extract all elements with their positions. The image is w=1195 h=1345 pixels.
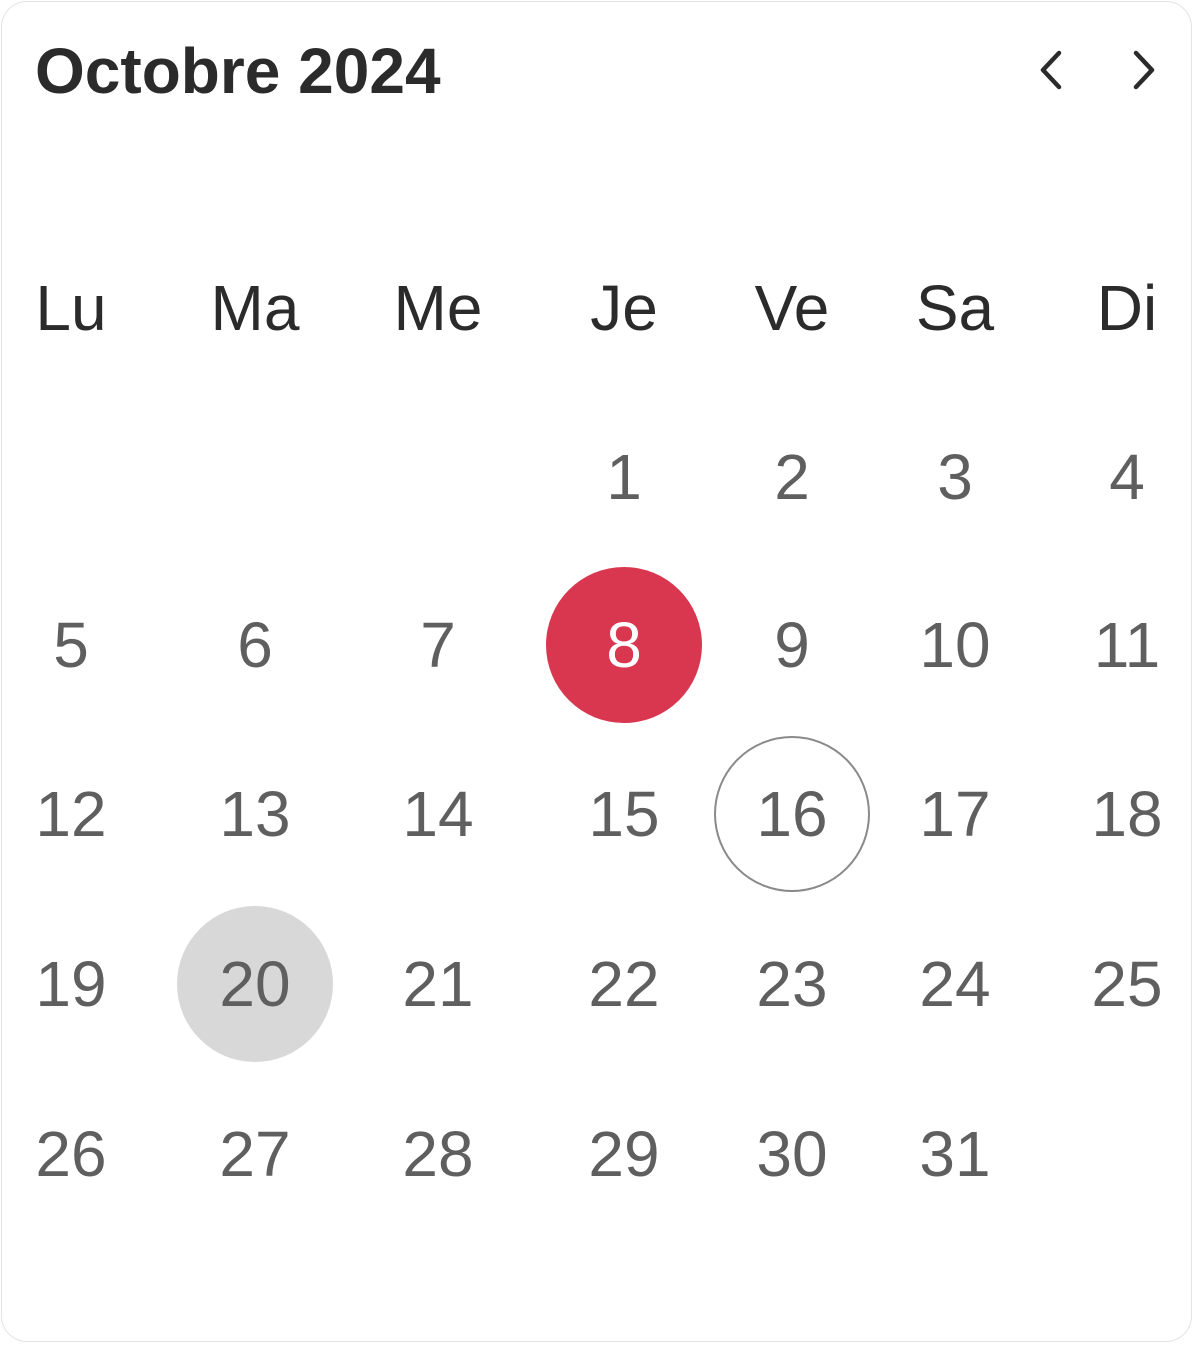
day-cell-8[interactable]: 8	[546, 567, 702, 723]
day-number: 6	[237, 609, 273, 681]
day-cell-19[interactable]: 19	[0, 906, 149, 1062]
prev-month-button[interactable]	[1028, 46, 1076, 94]
day-cell-24[interactable]: 24	[877, 906, 1033, 1062]
day-cell-25[interactable]: 25	[1049, 906, 1195, 1062]
day-cell-16[interactable]: 16	[714, 736, 870, 892]
day-cell-30[interactable]: 30	[714, 1076, 870, 1232]
month-title: Octobre 2024	[35, 35, 441, 107]
day-number: 27	[219, 1118, 291, 1190]
day-number: 19	[35, 948, 107, 1020]
chevron-right-icon	[1133, 50, 1155, 90]
day-cell-10[interactable]: 10	[877, 567, 1033, 723]
day-number: 23	[756, 948, 828, 1020]
day-cell-22[interactable]: 22	[546, 906, 702, 1062]
day-cell-11[interactable]: 11	[1049, 567, 1195, 723]
day-cell-13[interactable]: 13	[177, 736, 333, 892]
day-number: 13	[219, 778, 291, 850]
day-number: 26	[35, 1118, 107, 1190]
day-number: 2	[774, 441, 810, 513]
day-number: 28	[402, 1118, 474, 1190]
day-cell-14[interactable]: 14	[360, 736, 516, 892]
day-cell-2[interactable]: 2	[714, 399, 870, 555]
day-cell-4[interactable]: 4	[1049, 399, 1195, 555]
day-cell-23[interactable]: 23	[714, 906, 870, 1062]
day-number: 18	[1091, 778, 1163, 850]
day-number: 11	[1093, 609, 1161, 681]
weekday-label: Ve	[754, 272, 830, 344]
day-cell-9[interactable]: 9	[714, 567, 870, 723]
day-number: 10	[919, 609, 991, 681]
day-cell-29[interactable]: 29	[546, 1076, 702, 1232]
day-cell-3[interactable]: 3	[877, 399, 1033, 555]
day-cell-20[interactable]: 20	[177, 906, 333, 1062]
day-number: 5	[53, 609, 89, 681]
day-cell-21[interactable]: 21	[360, 906, 516, 1062]
calendar-card: Octobre 2024 Lu Ma Me Je Ve Sa Di 1 2 3 4 5 6 7 8 9 10 1…	[1, 1, 1192, 1342]
day-cell-7[interactable]: 7	[360, 567, 516, 723]
day-cell-18[interactable]: 18	[1049, 736, 1195, 892]
day-number: 8	[606, 609, 642, 681]
day-cell-6[interactable]: 6	[177, 567, 333, 723]
day-number: 22	[588, 948, 660, 1020]
day-number: 21	[402, 948, 474, 1020]
weekday-label: Di	[1096, 272, 1158, 344]
next-month-button[interactable]	[1119, 46, 1167, 94]
day-cell-15[interactable]: 15	[546, 736, 702, 892]
day-number: 15	[588, 778, 660, 850]
weekday-label: Sa	[915, 272, 995, 344]
day-number: 30	[756, 1118, 828, 1190]
weekday-label: Me	[393, 272, 483, 344]
day-number: 17	[919, 778, 991, 850]
chevron-left-icon	[1040, 50, 1062, 90]
day-number: 16	[756, 778, 828, 850]
weekday-label: Je	[590, 272, 658, 344]
day-cell-27[interactable]: 27	[177, 1076, 333, 1232]
day-cell-31[interactable]: 31	[877, 1076, 1033, 1232]
day-number: 31	[919, 1118, 991, 1190]
day-number: 14	[402, 778, 474, 850]
day-cell-26[interactable]: 26	[0, 1076, 149, 1232]
day-number: 1	[606, 441, 642, 513]
weekday-label: Lu	[35, 272, 107, 344]
day-cell-28[interactable]: 28	[360, 1076, 516, 1232]
day-cell-5[interactable]: 5	[0, 567, 149, 723]
day-number: 3	[937, 441, 973, 513]
day-cell-1[interactable]: 1	[546, 399, 702, 555]
weekday-label: Ma	[210, 272, 300, 344]
day-number: 12	[35, 778, 107, 850]
day-number: 4	[1109, 441, 1145, 513]
day-number: 9	[774, 609, 810, 681]
day-number: 24	[919, 948, 991, 1020]
day-number: 7	[420, 609, 456, 681]
day-cell-12[interactable]: 12	[0, 736, 149, 892]
day-number: 25	[1091, 948, 1163, 1020]
day-cell-17[interactable]: 17	[877, 736, 1033, 892]
day-number: 29	[588, 1118, 660, 1190]
day-number: 20	[219, 948, 291, 1020]
